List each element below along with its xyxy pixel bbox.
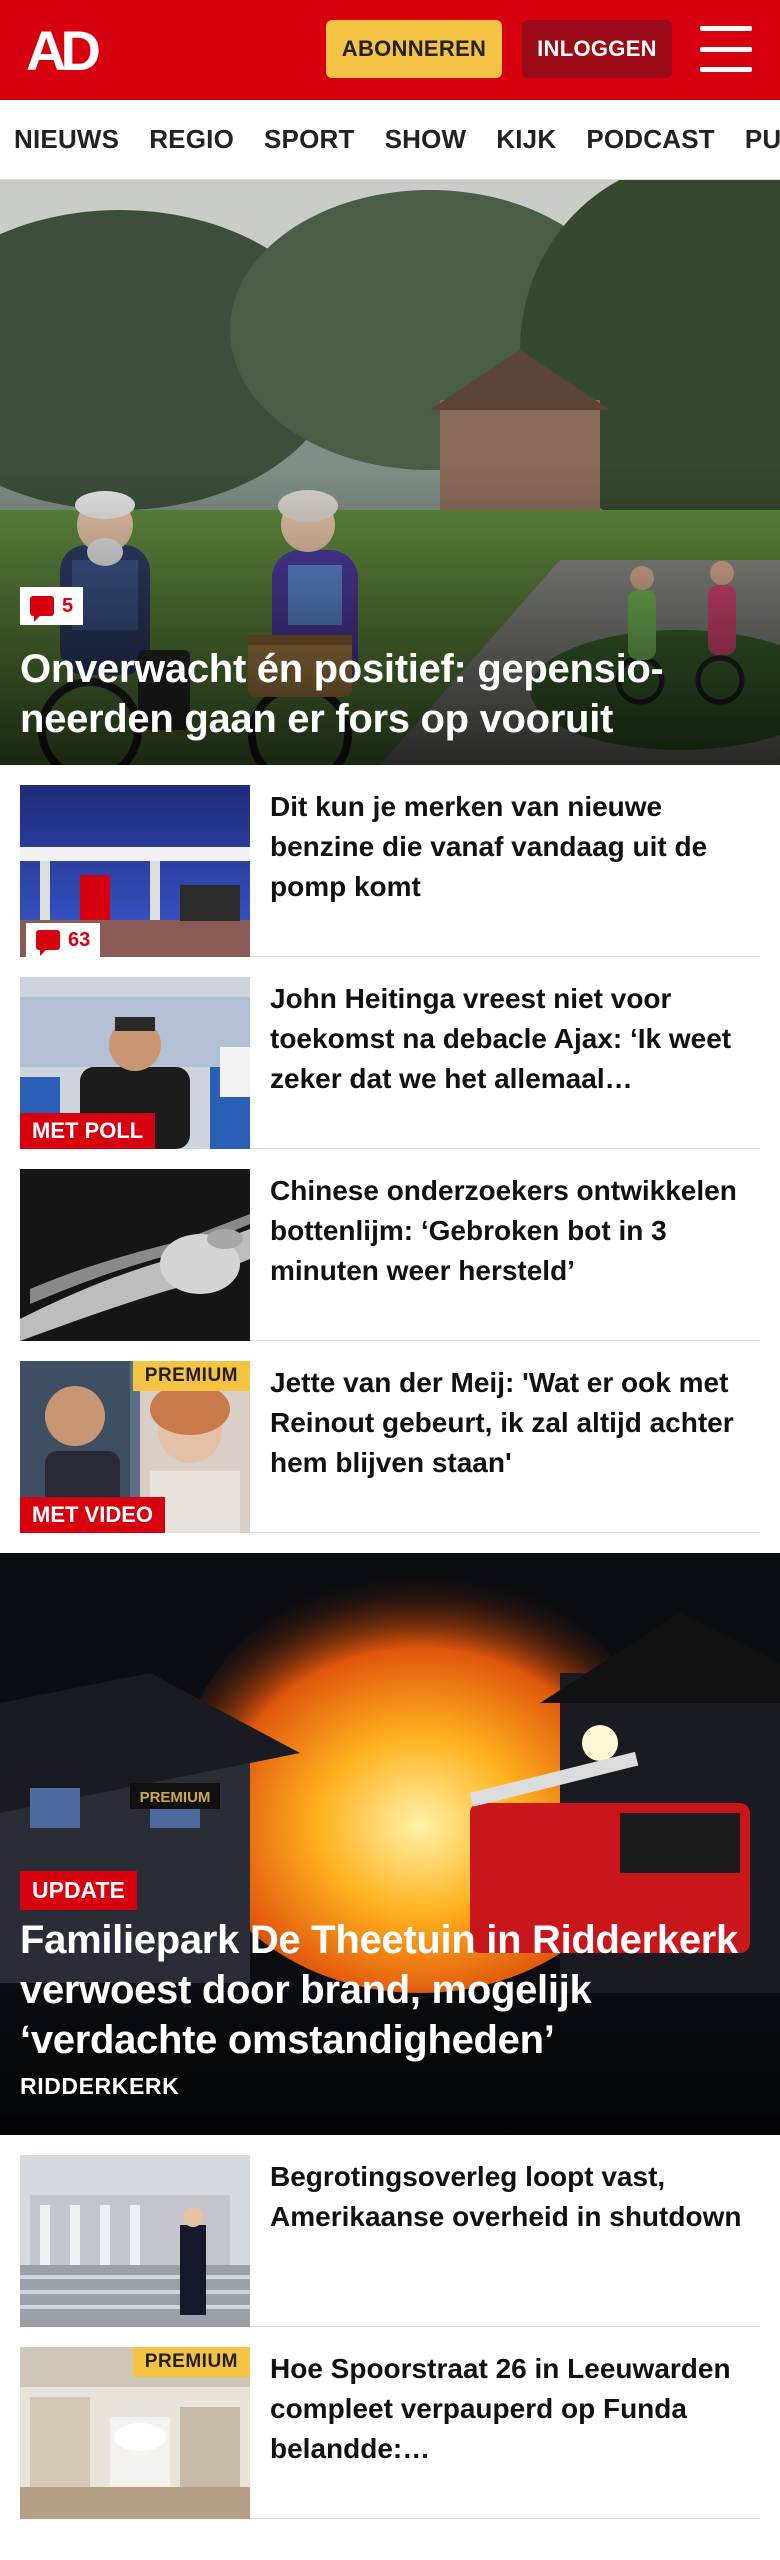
logo-text: AD [26, 22, 99, 78]
comment-number: 63 [68, 928, 91, 951]
comment-icon [36, 930, 60, 956]
nav-item-show[interactable]: SHOW [385, 124, 467, 155]
article-headline[interactable]: Chinese onderzoekers ontwikke­len botten… [270, 1171, 756, 1291]
feature-region[interactable]: RIDDERKERK [20, 2073, 179, 2100]
hero-article[interactable]: 5 Onverwacht én positief: gepensio­neerd… [0, 180, 780, 765]
article-headline[interactable]: John Heitinga vreest niet voor toekomst … [270, 979, 756, 1099]
article-thumbnail [20, 1169, 250, 1341]
update-badge: UPDATE [20, 1871, 137, 1910]
feature-article[interactable]: PREMIUM UPDATE Familiepark De Theetuin i… [0, 1553, 780, 2135]
premium-badge: PREMIUM [132, 2347, 250, 2377]
nav-item-regio[interactable]: REGIO [149, 124, 234, 155]
hero-headline[interactable]: Onverwacht én positief: gepensio­neerden… [20, 644, 760, 744]
article-headline[interactable]: Begrotingsoverleg loopt vast, Amerikaans… [270, 2157, 756, 2237]
poll-label: MET POLL [20, 1113, 156, 1149]
list-item[interactable]: PREMIUM MET VIDEO Jette van der Meij: 'W… [20, 1341, 760, 1533]
article-thumbnail: MET POLL [20, 977, 250, 1149]
comment-count[interactable]: 63 [26, 923, 101, 957]
list-item[interactable]: Chinese onderzoekers ontwikke­len botten… [20, 1149, 760, 1341]
article-headline[interactable]: Jette van der Meij: 'Wat er ook met Rein… [270, 1363, 756, 1483]
premium-badge: PREMIUM [132, 1361, 250, 1391]
nav-item-puzzel[interactable]: PUZZ [745, 124, 780, 155]
article-thumbnail [20, 2155, 250, 2327]
nav-item-kijk[interactable]: KIJK [496, 124, 556, 155]
nav-item-sport[interactable]: SPORT [264, 124, 355, 155]
comment-icon [30, 596, 54, 622]
article-thumbnail: PREMIUM MET VIDEO [20, 1361, 250, 1533]
list-item[interactable]: Begrotingsoverleg loopt vast, Amerikaans… [20, 2135, 760, 2327]
login-button[interactable]: INLOGGEN [522, 20, 672, 78]
video-label: MET VIDEO [20, 1497, 166, 1533]
subscribe-button[interactable]: ABONNEREN [326, 20, 502, 78]
nav-item-nieuws[interactable]: NIEUWS [14, 124, 119, 155]
feature-headline[interactable]: Familiepark De Theetuin in Ridderkerk ve… [20, 1915, 762, 2065]
list-item[interactable]: PREMIUM Hoe Spoorstraat 26 in Leeuwarden… [20, 2327, 760, 2519]
ad-logo[interactable]: AD [26, 22, 114, 78]
section-nav: NIEUWS REGIO SPORT SHOW KIJK PODCAST PUZ… [0, 100, 780, 180]
article-thumbnail: 63 [20, 785, 250, 957]
nav-item-podcast[interactable]: PODCAST [586, 124, 715, 155]
hamburger-icon[interactable] [700, 26, 752, 72]
list-item[interactable]: MET POLL John Heitinga vreest niet voor … [20, 957, 760, 1149]
article-headline[interactable]: Hoe Spoorstraat 26 in Leeuwarden complee… [270, 2349, 756, 2469]
building-sign-text: PREMIUM [140, 1789, 211, 1806]
article-thumbnail: PREMIUM [20, 2347, 250, 2519]
hero-comment-number: 5 [62, 594, 74, 617]
list-item[interactable]: 63 Dit kun je merken van nieuwe benzine … [20, 765, 760, 957]
top-bar: AD ABONNEREN INLOGGEN [0, 0, 780, 100]
hero-comment-count[interactable]: 5 [20, 587, 84, 625]
article-headline[interactable]: Dit kun je merken van nieuwe benzine die… [270, 787, 756, 907]
